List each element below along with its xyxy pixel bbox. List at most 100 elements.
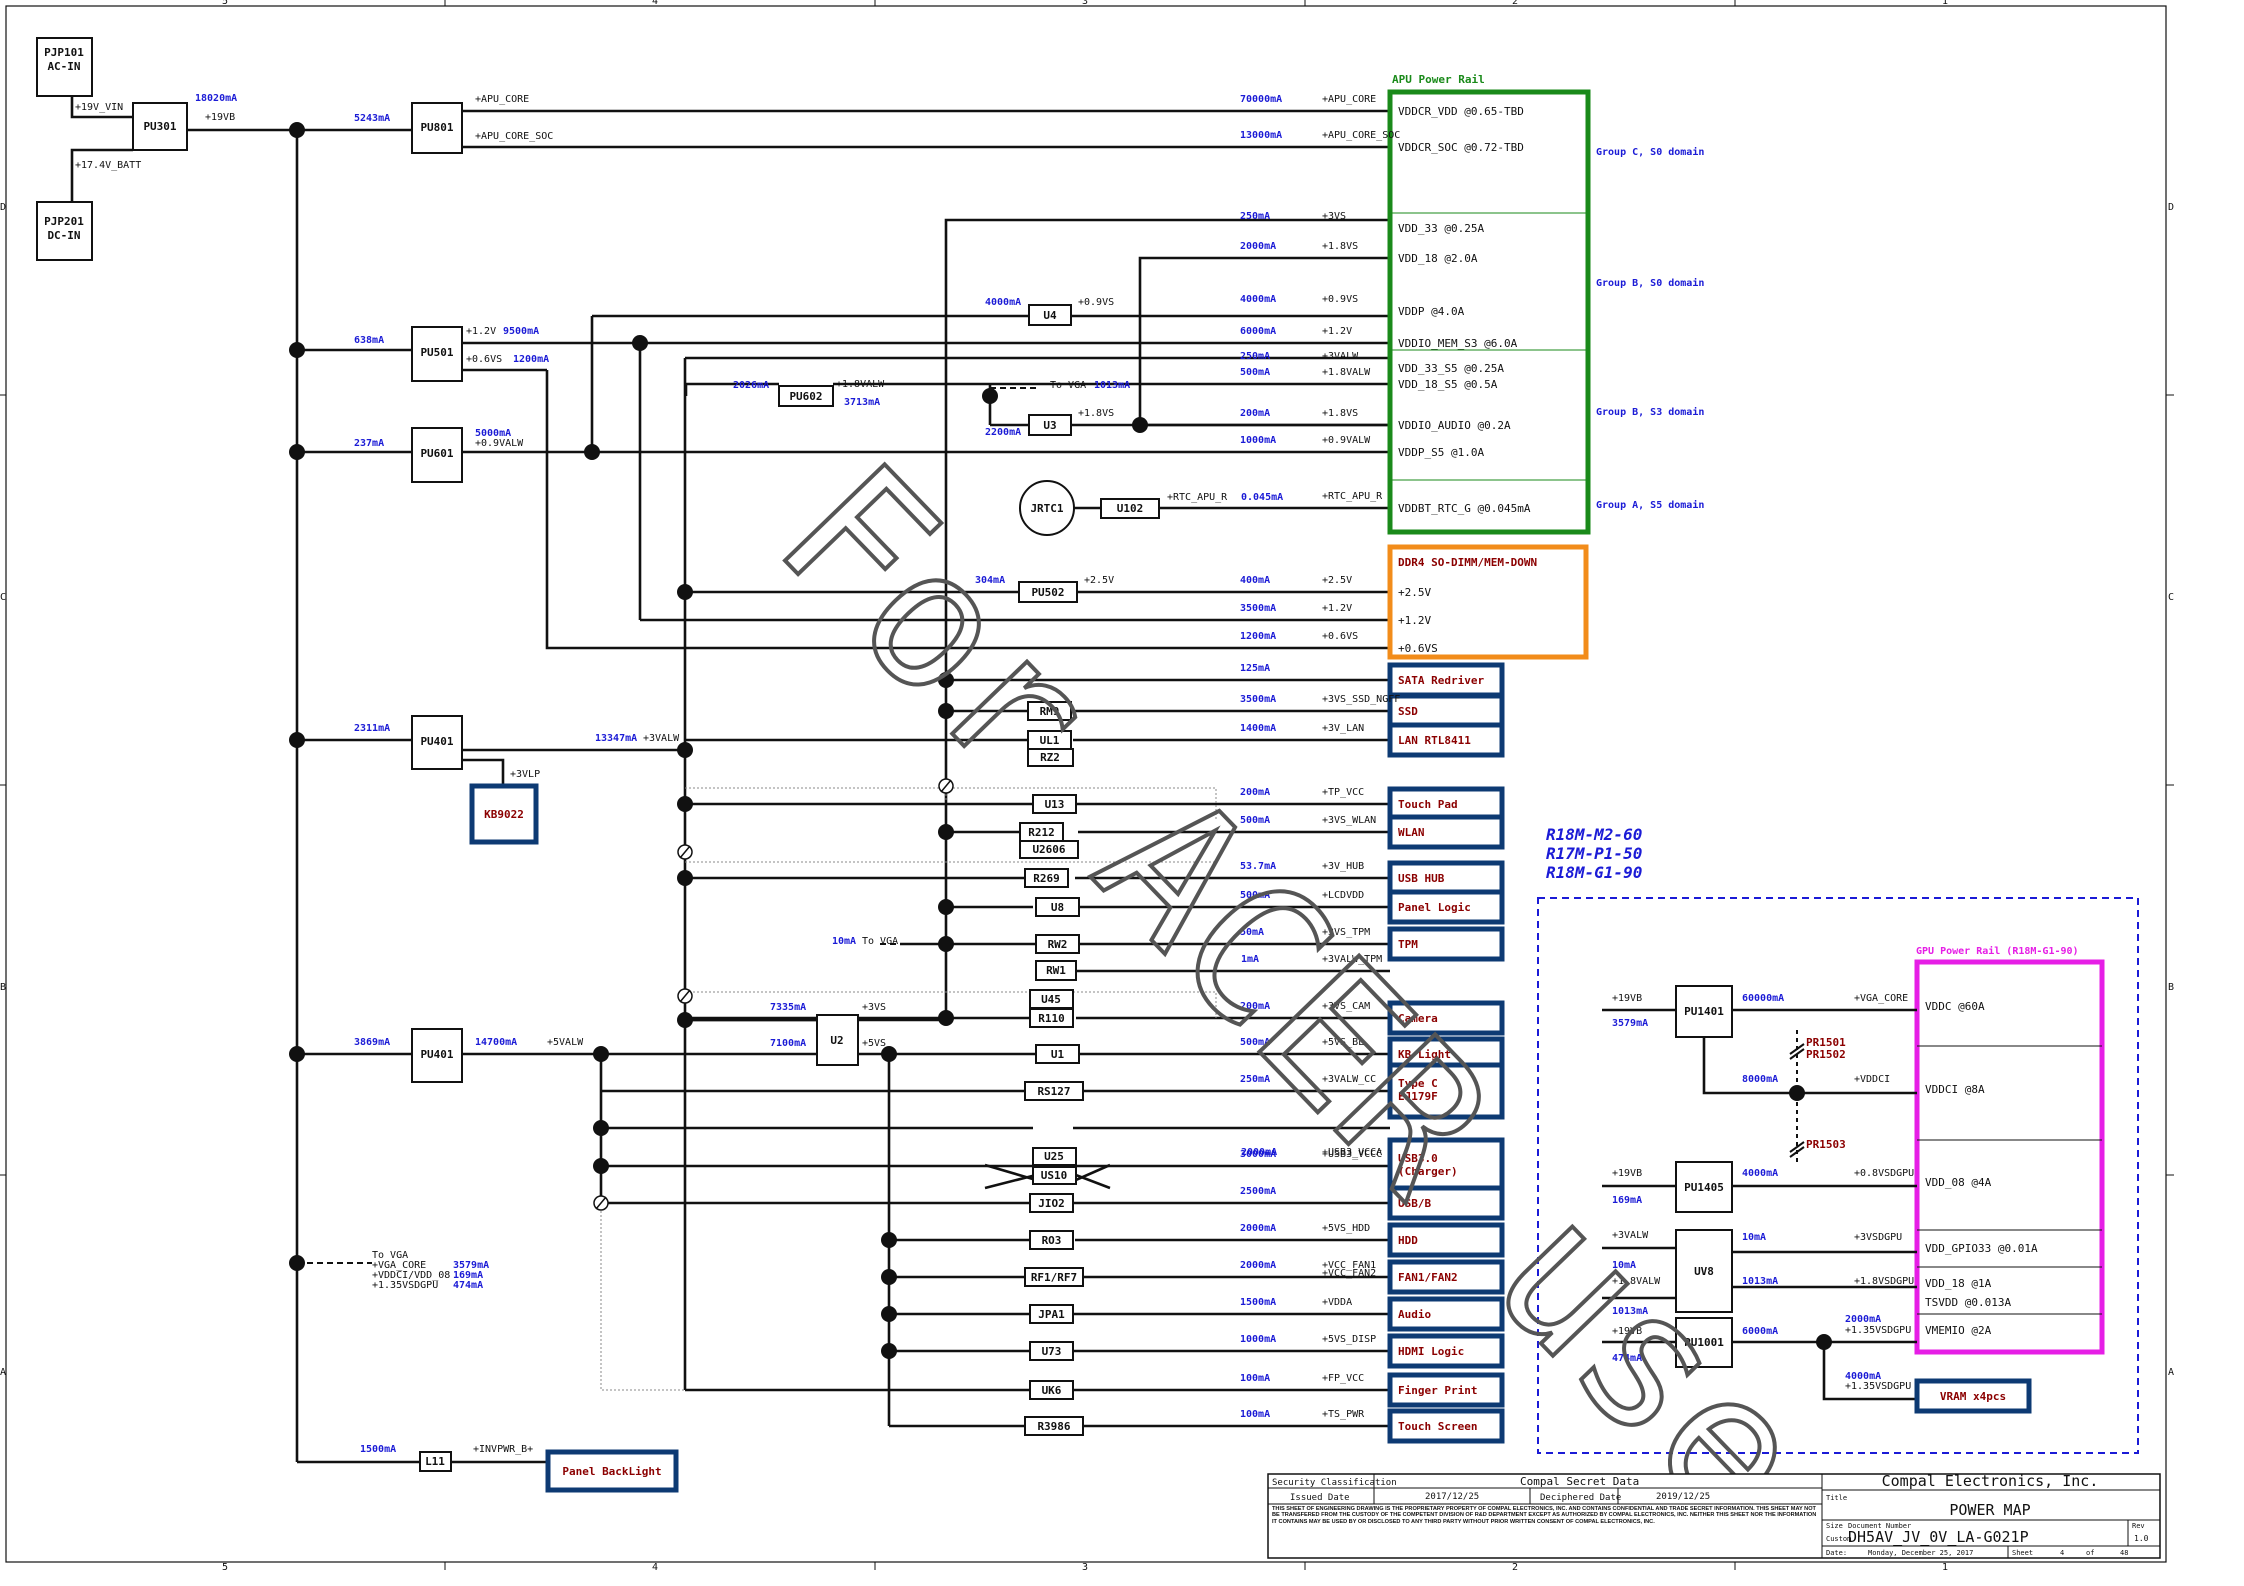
apu-power-rail: APU Power Rail VDDCR_VDD @0.65-TBD 70000m… xyxy=(1240,73,1704,535)
load-current: 1500mA xyxy=(1240,1297,1276,1308)
apu-pin-label: VDD_33_S5 @0.25A xyxy=(1398,362,1504,375)
gpu-pin-vddc: VDDC @60A xyxy=(1925,1000,1985,1013)
pu401-top-in-current: 2311mA xyxy=(354,723,390,734)
uv8-out1-current: 10mA xyxy=(1742,1232,1766,1243)
border-col-4: 4 xyxy=(652,0,658,7)
load-switch-label: UK6 xyxy=(1042,1384,1062,1397)
apu-group-a-s5: Group A, S5 domain xyxy=(1596,499,1704,511)
pu401-top-out-rail: +3VALW xyxy=(643,733,680,744)
pu1405-label: PU1405 xyxy=(1684,1181,1724,1194)
vram-label: VRAM x4pcs xyxy=(1940,1390,2006,1403)
border-row-b-right: B xyxy=(2168,982,2174,993)
uv8-out2-rail: +1.8VSDGPU xyxy=(1854,1276,1914,1287)
apu-pin-rail: +1.8VALW xyxy=(1322,367,1371,378)
issued-label: Issued Date xyxy=(1290,1493,1350,1503)
gpu-pin-vdd18: VDD_18 @1A xyxy=(1925,1277,1992,1290)
power-map-schematic: 5 4 3 2 1 5 4 3 2 1 D C B A D C B A PJP1… xyxy=(0,0,2174,1573)
ddr-pin-label: +2.5V xyxy=(1398,586,1431,599)
load-name: Audio xyxy=(1398,1308,1431,1321)
security-label: Security Classification xyxy=(1272,1478,1397,1488)
of-label: of xyxy=(2086,1549,2094,1557)
pu602-out-rail: +1.8VALW xyxy=(836,379,885,390)
vddci-rail: +VDDCI xyxy=(1854,1074,1890,1085)
pu401-bottom-out-rail: +5VALW xyxy=(547,1037,584,1048)
load-name: Panel Logic xyxy=(1398,901,1471,914)
pu1401-in-current: 3579mA xyxy=(1612,1018,1648,1029)
apu-group-b-s0: Group B, S0 domain xyxy=(1596,277,1704,289)
pr1502-label: PR1502 xyxy=(1806,1048,1846,1061)
ddr-rail: DDR4 SO-DIMM/MEM-DOWN +2.5V 400mA +2.5V +1.… xyxy=(1240,544,1589,660)
tovga-label: To VGA xyxy=(862,936,898,947)
v19-vin-label: +19V_VIN xyxy=(75,102,123,113)
apu-pin-label: VDD_18_S5 @0.5A xyxy=(1398,378,1498,391)
apu-pin-label: VDDIO_MEM_S3 @6.0A xyxy=(1398,337,1518,350)
load-name: Finger Print xyxy=(1398,1384,1477,1397)
load-name: SATA Redriver xyxy=(1398,674,1484,687)
apu-pin-rail: +1.2V xyxy=(1322,326,1352,337)
load-name: LAN RTL8411 xyxy=(1398,734,1471,747)
pu1401-label: PU1401 xyxy=(1684,1005,1724,1018)
border-col-5: 5 xyxy=(222,0,228,7)
apu-pin-current: 13000mA xyxy=(1240,130,1282,141)
pr1503-label: PR1503 xyxy=(1806,1138,1846,1151)
load-current: 100mA xyxy=(1240,1409,1270,1420)
pu801-in-current: 5243mA xyxy=(354,113,390,124)
apu-group-b-s3: Group B, S3 domain xyxy=(1596,406,1704,418)
us10-label: US10 xyxy=(1041,1169,1068,1182)
apu-pin-current: 1000mA xyxy=(1240,435,1276,446)
apu-pin-current: 250mA xyxy=(1240,211,1270,222)
apu-pin-current: 500mA xyxy=(1240,367,1270,378)
pu401-top-label: PU401 xyxy=(420,735,453,748)
u102-label: U102 xyxy=(1117,502,1144,515)
apu-pin-rail: +3VALW xyxy=(1322,351,1359,362)
jrtc1-label: JRTC1 xyxy=(1030,502,1063,515)
load-current: 3500mA xyxy=(1240,694,1276,705)
border-col-3-bottom: 3 xyxy=(1082,1562,1088,1573)
u102-out-rail: +RTC_APU_R xyxy=(1167,492,1228,503)
gpu-pin-gpio33: VDD_GPIO33 @0.01A xyxy=(1925,1242,2038,1255)
pu401-bottom-label: PU401 xyxy=(420,1048,453,1061)
u3-label: U3 xyxy=(1043,419,1056,432)
pu501-label: PU501 xyxy=(420,346,453,359)
ddr-pin-current: 400mA xyxy=(1240,575,1270,586)
u25-label: U25 xyxy=(1044,1150,1064,1163)
pu801-out1: +APU_CORE xyxy=(475,94,529,105)
border-col-3: 3 xyxy=(1082,0,1088,7)
border-col-1-bottom: 1 xyxy=(1942,1562,1948,1573)
load-current: 100mA xyxy=(1240,1373,1270,1384)
load-switch-label: JPA1 xyxy=(1038,1308,1065,1321)
ddr-pin-current: 3500mA xyxy=(1240,603,1276,614)
load-name: SSD xyxy=(1398,705,1418,718)
load-rail: +5VS_DISP xyxy=(1322,1334,1376,1345)
pu601-in-current: 237mA xyxy=(354,438,384,449)
apu-pin-rail: +APU_CORE_SOC xyxy=(1322,130,1400,141)
uv8-out2-current: 1013mA xyxy=(1742,1276,1778,1287)
apu-group-c-s0: Group C, S0 domain xyxy=(1596,146,1704,158)
load-name: USB HUB xyxy=(1398,872,1445,885)
pu501-out2: +0.6VS xyxy=(466,354,502,365)
border-row-a-right: A xyxy=(2168,1367,2174,1378)
border-row-d-right: D xyxy=(2168,202,2174,213)
load-rail: +TP_VCC xyxy=(1322,787,1364,798)
pu501-out1: +1.2V xyxy=(466,326,496,337)
apu-pin-label: VDDCR_VDD @0.65-TBD xyxy=(1398,105,1524,118)
apu-pin-label: VDDCR_SOC @0.72-TBD xyxy=(1398,141,1524,154)
u3-out-rail: +1.8VS xyxy=(1078,408,1114,419)
ddr-pin-label: +1.2V xyxy=(1398,614,1431,627)
rev-value: 1.0 xyxy=(2134,1534,2149,1543)
apu-pin-rail: +3VS xyxy=(1322,211,1346,222)
border-col-1: 1 xyxy=(1942,0,1948,7)
pu301-current: 18020mA xyxy=(195,93,237,104)
ddr-pin-label: +0.6VS xyxy=(1398,642,1438,655)
apu-pin-current: 6000mA xyxy=(1240,326,1276,337)
pu401-bottom-out-current: 14700mA xyxy=(475,1037,517,1048)
vga-block-line4: +1.35VSDGPU xyxy=(372,1280,438,1291)
gpu-rail-box xyxy=(1914,959,2105,1355)
date-label: Date: xyxy=(1826,1549,1847,1557)
issued-value: 2017/12/25 xyxy=(1425,1492,1479,1502)
load-name: WLAN xyxy=(1398,826,1425,839)
variant-2: R17M-P1-50 xyxy=(1546,844,1642,863)
sheet-value: 4 xyxy=(2060,1549,2064,1557)
pu602-label: PU602 xyxy=(789,390,822,403)
deciphered-value: 2019/12/25 xyxy=(1656,1492,1710,1502)
